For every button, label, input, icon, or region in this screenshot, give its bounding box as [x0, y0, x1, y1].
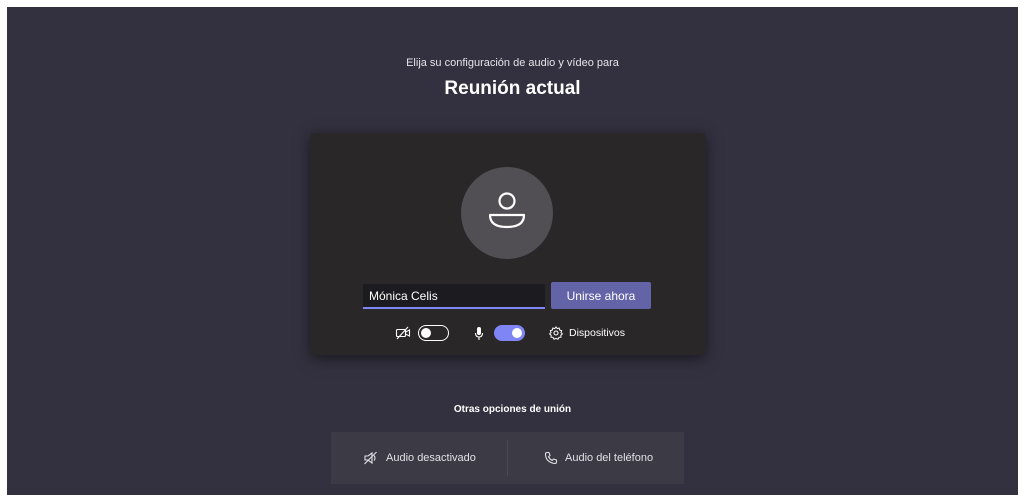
speaker-off-icon	[364, 451, 377, 465]
join-now-button[interactable]: Unirse ahora	[551, 282, 651, 309]
video-preview-panel: Unirse ahora	[311, 133, 705, 355]
setup-subtitle: Elija su configuración de audio y vídeo …	[406, 57, 619, 69]
phone-icon	[544, 451, 558, 465]
microphone-toggle[interactable]	[494, 325, 525, 341]
person-icon	[488, 192, 526, 229]
name-input[interactable]	[363, 284, 545, 309]
other-join-options-title: Otras opciones de unión	[453, 404, 572, 415]
av-controls: Dispositivos	[311, 324, 705, 344]
avatar	[461, 167, 553, 259]
other-join-options: Audio desactivado Audio del teléfono	[331, 432, 684, 484]
devices-button[interactable]: Dispositivos	[569, 327, 625, 339]
camera-toggle-knob	[421, 328, 431, 338]
options-divider	[507, 440, 508, 476]
audio-off-label: Audio desactivado	[386, 452, 476, 464]
phone-audio-label: Audio del teléfono	[565, 452, 654, 464]
gear-icon[interactable]	[549, 326, 563, 340]
camera-toggle[interactable]	[418, 325, 449, 341]
meeting-title: Reunión actual	[444, 78, 581, 99]
microphone-icon	[474, 327, 484, 340]
phone-audio-option[interactable]: Audio del teléfono	[544, 432, 653, 484]
microphone-toggle-knob	[512, 328, 522, 338]
camera-off-icon	[395, 326, 411, 340]
audio-off-option[interactable]: Audio desactivado	[363, 432, 476, 484]
pre-join-screen: Elija su configuración de audio y vídeo …	[7, 7, 1018, 495]
